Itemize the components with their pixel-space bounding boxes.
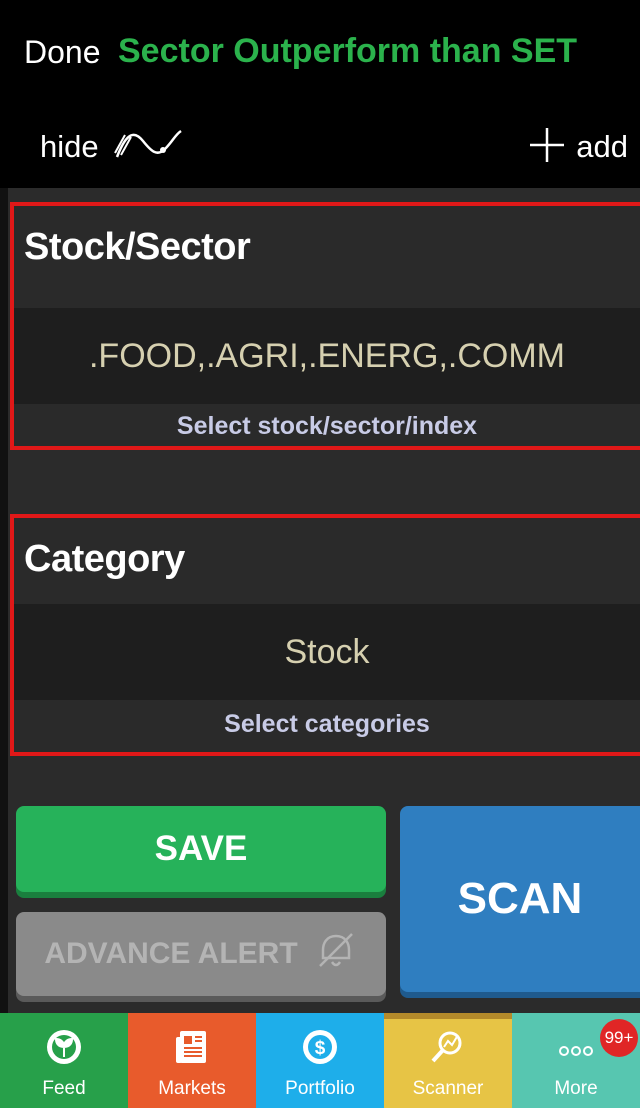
category-heading: Category	[24, 538, 185, 580]
tab-markets-label: Markets	[158, 1078, 226, 1099]
category-panel: Category Stock Select categories	[10, 514, 640, 756]
stock-sector-heading: Stock/Sector	[24, 226, 251, 268]
tab-portfolio-label: Portfolio	[285, 1078, 355, 1099]
notification-badge: 99+	[600, 1019, 638, 1057]
newspaper-icon	[172, 1027, 212, 1072]
stock-sector-hint[interactable]: Select stock/sector/index	[14, 406, 640, 446]
alarm-off-icon	[314, 930, 358, 978]
add-button[interactable]: add	[528, 122, 628, 172]
wave-chart-icon	[113, 127, 185, 168]
tab-portfolio[interactable]: $ Portfolio	[256, 1013, 384, 1108]
tab-more[interactable]: More 99+	[512, 1013, 640, 1108]
category-hint[interactable]: Select categories	[14, 704, 640, 744]
plus-icon	[528, 126, 566, 169]
hide-label: hide	[40, 129, 99, 164]
magnifier-chart-icon	[428, 1027, 468, 1072]
tab-feed-label: Feed	[42, 1078, 86, 1099]
more-dots-icon	[556, 1027, 596, 1072]
stock-sector-field[interactable]: .FOOD,.AGRI,.ENERG,.COMM	[14, 308, 640, 404]
advance-alert-button[interactable]: ADVANCE ALERT	[16, 912, 386, 996]
tab-markets[interactable]: Markets	[128, 1013, 256, 1108]
done-button[interactable]: Done	[24, 34, 101, 71]
tab-scanner-label: Scanner	[412, 1078, 484, 1099]
top-bar: Done Sector Outperform than SET hide add	[0, 0, 640, 188]
tab-scanner[interactable]: Scanner	[384, 1013, 512, 1108]
save-button[interactable]: SAVE	[16, 806, 386, 892]
page-title: Sector Outperform than SET	[118, 32, 578, 70]
bottom-tab-bar: Feed Markets $ Portfolio Scanner More 99…	[0, 1013, 640, 1108]
left-edge-strip	[0, 188, 8, 1013]
add-label: add	[576, 129, 628, 164]
scan-button[interactable]: SCAN	[400, 806, 640, 992]
portfolio-dollar-icon: $	[300, 1027, 340, 1072]
feed-icon	[44, 1027, 84, 1072]
svg-text:$: $	[315, 1038, 326, 1059]
stock-sector-panel: Stock/Sector .FOOD,.AGRI,.ENERG,.COMM Se…	[10, 202, 640, 450]
advance-alert-label: ADVANCE ALERT	[44, 937, 298, 970]
tab-feed[interactable]: Feed	[0, 1013, 128, 1108]
hide-chart-button[interactable]: hide	[40, 122, 185, 172]
tab-more-label: More	[554, 1078, 598, 1099]
category-field[interactable]: Stock	[14, 604, 640, 700]
